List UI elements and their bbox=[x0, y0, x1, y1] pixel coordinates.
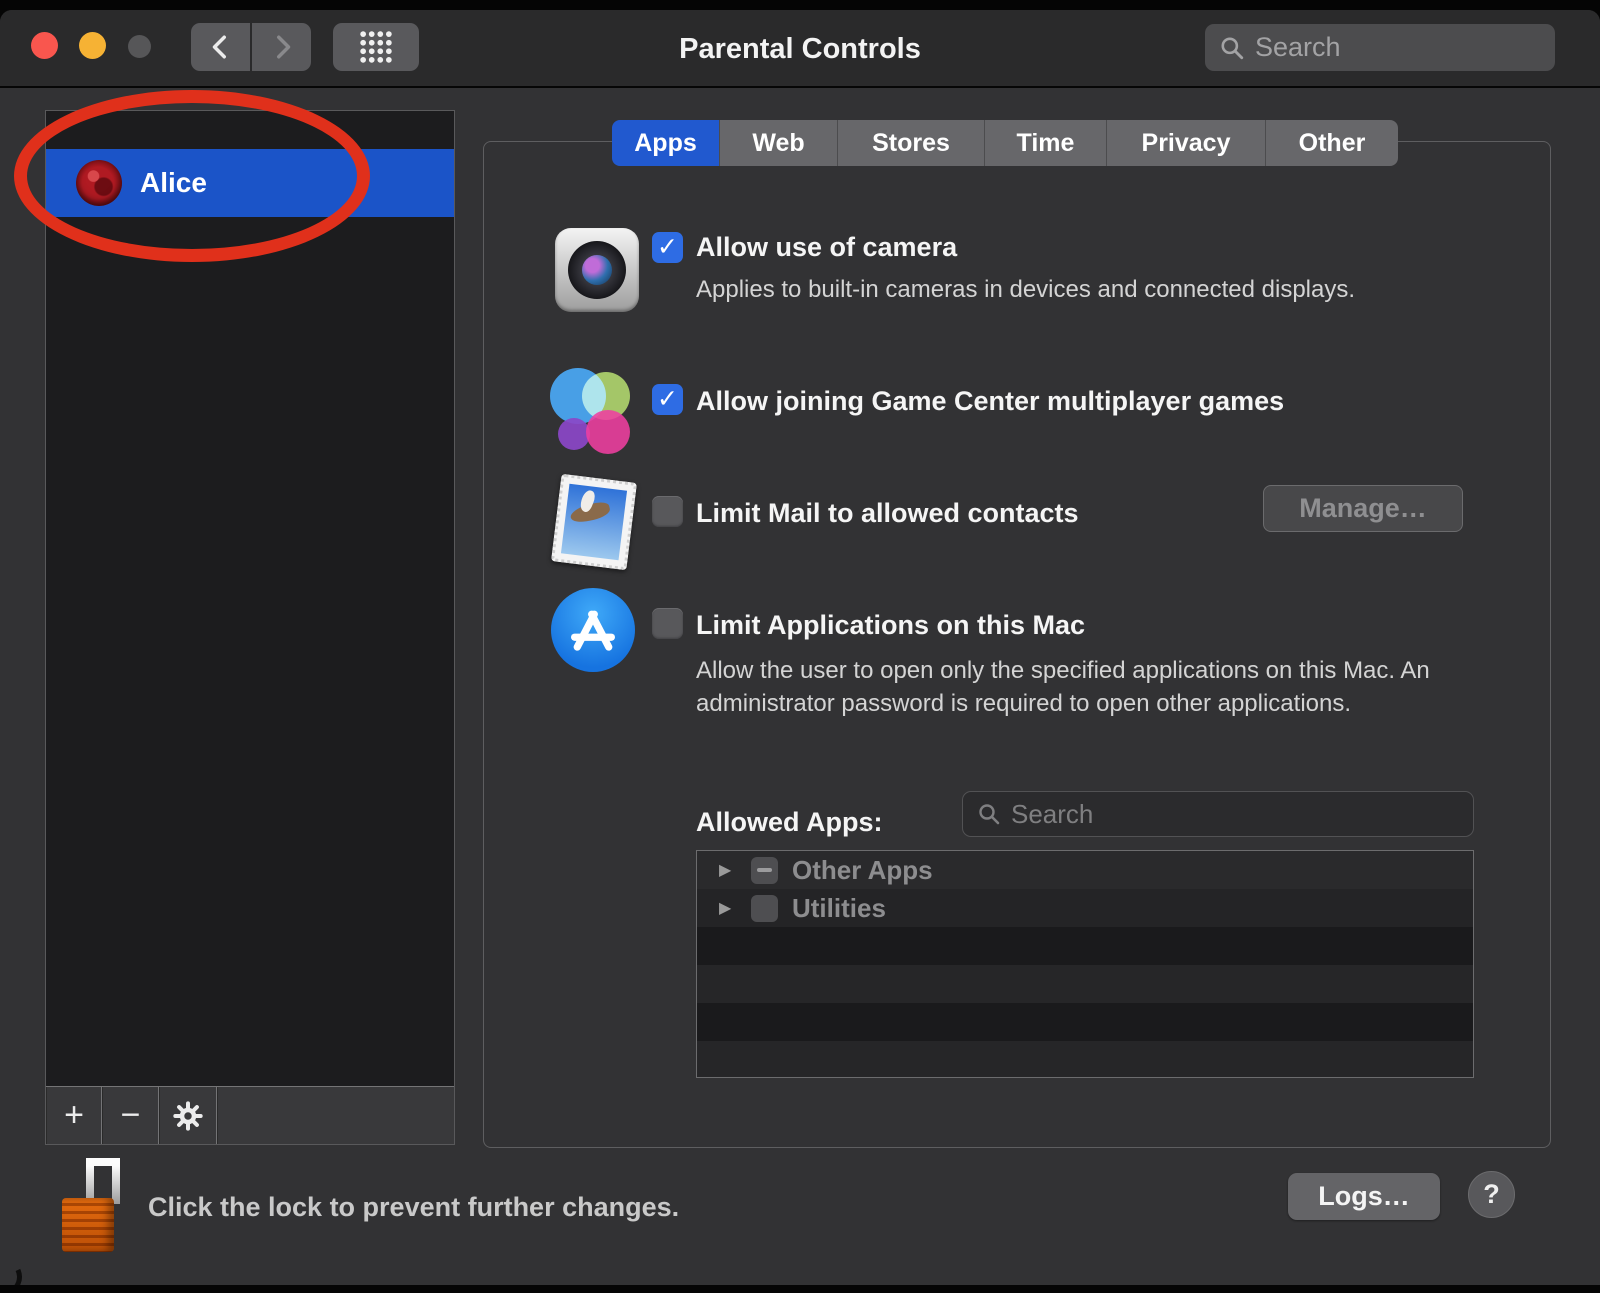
logs-button[interactable]: Logs… bbox=[1288, 1173, 1440, 1220]
sidebar-footer: + − bbox=[46, 1086, 454, 1144]
titlebar-search-field[interactable] bbox=[1205, 24, 1555, 71]
game-center-icon bbox=[550, 366, 638, 454]
title-bar: Parental Controls bbox=[0, 10, 1600, 88]
utilities-checkbox[interactable] bbox=[751, 895, 778, 922]
zoom-window-button bbox=[128, 35, 151, 58]
limit-applications-description: Allow the user to open only the specifie… bbox=[696, 654, 1471, 720]
search-icon bbox=[1219, 35, 1245, 61]
close-window-button[interactable] bbox=[31, 32, 58, 59]
empty-list-row bbox=[697, 1003, 1473, 1041]
empty-list-row bbox=[697, 965, 1473, 1003]
allow-game-center-label: Allow joining Game Center multiplayer ga… bbox=[696, 386, 1284, 417]
list-item-utilities[interactable]: Utilities bbox=[697, 889, 1473, 927]
gear-icon bbox=[172, 1100, 204, 1132]
tab-apps[interactable]: Apps bbox=[612, 120, 720, 166]
limit-applications-label: Limit Applications on this Mac bbox=[696, 610, 1085, 641]
allowed-apps-search-input[interactable] bbox=[1011, 799, 1411, 830]
tab-other[interactable]: Other bbox=[1266, 120, 1398, 166]
forward-button[interactable] bbox=[252, 23, 311, 71]
allow-game-center-checkbox[interactable] bbox=[652, 384, 683, 415]
allow-camera-label: Allow use of camera bbox=[696, 232, 957, 263]
window-title: Parental Controls bbox=[430, 10, 1170, 88]
tab-time[interactable]: Time bbox=[985, 120, 1107, 166]
empty-list-row bbox=[697, 1041, 1473, 1078]
allowed-apps-list: Other Apps Utilities bbox=[696, 850, 1474, 1078]
annotation-ellipse bbox=[14, 90, 370, 262]
unlocked-padlock-icon[interactable] bbox=[62, 1158, 124, 1254]
user-actions-button[interactable] bbox=[159, 1087, 217, 1144]
back-button[interactable] bbox=[191, 23, 250, 71]
chevron-right-icon bbox=[269, 32, 295, 62]
tab-stores[interactable]: Stores bbox=[838, 120, 985, 166]
app-store-icon bbox=[551, 588, 635, 672]
empty-list-row bbox=[697, 927, 1473, 965]
list-item-other-apps[interactable]: Other Apps bbox=[697, 851, 1473, 889]
camera-app-icon bbox=[555, 228, 639, 312]
tab-bar: Apps Web Stores Time Privacy Other bbox=[612, 120, 1398, 166]
add-user-button[interactable]: + bbox=[46, 1087, 102, 1144]
tab-web[interactable]: Web bbox=[720, 120, 838, 166]
sidebar-footer-filler bbox=[217, 1087, 454, 1144]
tab-privacy[interactable]: Privacy bbox=[1107, 120, 1266, 166]
group-label: Utilities bbox=[792, 893, 886, 924]
chevron-left-icon bbox=[208, 32, 234, 62]
help-button[interactable]: ? bbox=[1468, 1171, 1515, 1218]
remove-user-button[interactable]: − bbox=[102, 1087, 159, 1144]
show-all-preferences-button[interactable] bbox=[333, 23, 419, 71]
user-list-sidebar: Alice + − bbox=[45, 110, 455, 1145]
lock-hint-text: Click the lock to prevent further change… bbox=[148, 1192, 679, 1223]
search-icon bbox=[977, 802, 1001, 826]
limit-applications-checkbox[interactable] bbox=[652, 608, 683, 639]
parental-controls-window: Parental Controls Alice + − bbox=[0, 10, 1600, 1285]
manage-contacts-button[interactable]: Manage… bbox=[1263, 485, 1463, 532]
allowed-apps-search-field[interactable] bbox=[962, 791, 1474, 837]
limit-mail-label: Limit Mail to allowed contacts bbox=[696, 498, 1079, 529]
limit-mail-checkbox[interactable] bbox=[652, 496, 683, 527]
search-input[interactable] bbox=[1255, 32, 1525, 63]
mail-app-icon bbox=[551, 474, 637, 571]
other-apps-checkbox[interactable] bbox=[751, 857, 778, 884]
disclosure-triangle-icon[interactable] bbox=[719, 860, 739, 880]
allowed-apps-label: Allowed Apps: bbox=[696, 807, 883, 838]
cursor-artifact bbox=[0, 1253, 27, 1285]
group-label: Other Apps bbox=[792, 855, 933, 886]
disclosure-triangle-icon[interactable] bbox=[719, 898, 739, 918]
allow-camera-description: Applies to built-in cameras in devices a… bbox=[696, 276, 1355, 304]
minimize-window-button[interactable] bbox=[79, 32, 106, 59]
allow-camera-checkbox[interactable] bbox=[652, 232, 683, 263]
grid-icon bbox=[356, 27, 396, 67]
